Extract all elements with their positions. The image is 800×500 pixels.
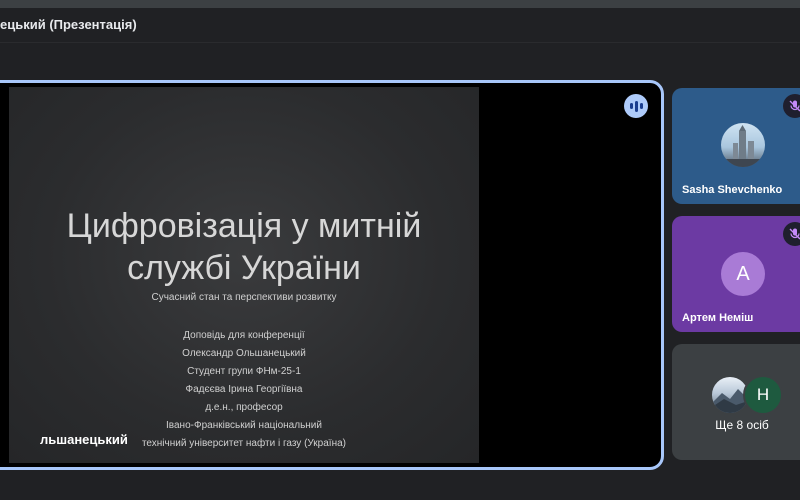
participant-avatar-photo	[721, 123, 765, 167]
presenter-name: льшанецький	[40, 432, 128, 447]
slide-title-line-2: службі України	[127, 249, 361, 287]
more-participants-tile[interactable]: Н Ще 8 осіб	[672, 344, 800, 460]
participant-tile-artem[interactable]: A Артем Неміш	[672, 216, 800, 332]
more-participants-label: Ще 8 осіб	[715, 418, 769, 432]
presentation-slide: Цифровізація у митній службі України Суч…	[9, 87, 479, 463]
slide-title: Цифровізація у митній службі України	[9, 205, 479, 289]
slide-line: Доповідь для конференції	[183, 330, 305, 341]
participant-name: Sasha Shevchenko	[682, 184, 783, 196]
slide-line: Фадєєва Ірина Георгіївна	[185, 384, 303, 395]
slide-line: Студент групи ФНм-25-1	[187, 366, 301, 377]
slide-line: д.е.н., професор	[205, 402, 283, 413]
speaking-icon	[624, 94, 648, 118]
mic-off-icon	[783, 222, 800, 246]
participant-avatar: A	[721, 252, 765, 296]
slide-line: Олександр Ольшанецький	[182, 348, 306, 359]
slide-title-line-1: Цифровізація у митній	[66, 207, 422, 245]
window-title: ецький (Презентація)	[0, 17, 137, 32]
title-bar: ецький (Презентація)	[0, 8, 800, 43]
presentation-tile[interactable]: Цифровізація у митній службі України Суч…	[0, 80, 664, 470]
participant-name: Артем Неміш	[682, 312, 754, 324]
participant-tile-sasha[interactable]: Sasha Shevchenko	[672, 88, 800, 204]
window-top-strip	[0, 0, 800, 8]
slide-subtitle: Сучасний стан та перспективи розвитку	[151, 292, 337, 303]
participant-avatar: Н	[743, 375, 783, 415]
mic-off-icon	[783, 94, 800, 118]
